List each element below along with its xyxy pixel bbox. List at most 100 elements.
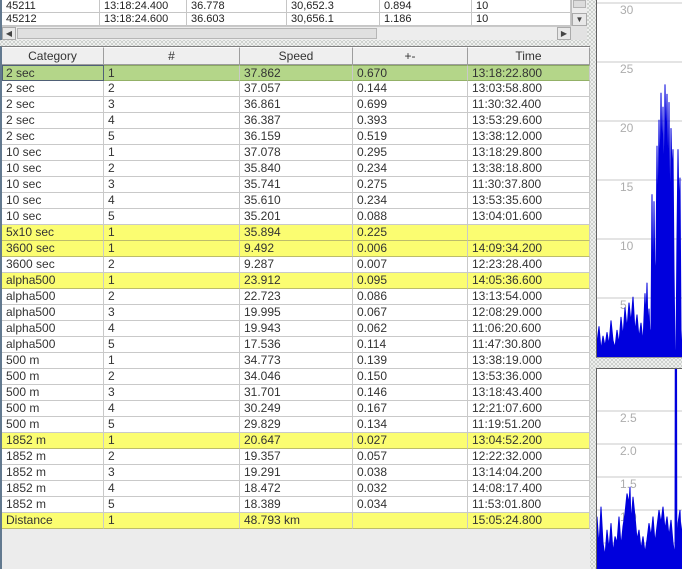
cell-time: 14:09:34.200 xyxy=(468,241,590,257)
result-row[interactable]: 10 sec335.7410.27511:30:37.800 xyxy=(2,177,590,193)
vertical-scrollbar-thumb[interactable] xyxy=(573,0,586,8)
cell-pm: 0.393 xyxy=(353,113,468,129)
cell-speed: 36.387 xyxy=(240,113,353,129)
result-row[interactable]: 10 sec535.2010.08813:04:01.600 xyxy=(2,209,590,225)
cell-num: 1 xyxy=(104,433,240,449)
cell-num: 2 xyxy=(104,257,240,273)
cell-time: 14:05:36.600 xyxy=(468,273,590,289)
cell-speed: 35.610 xyxy=(240,193,353,209)
result-row[interactable]: 2 sec536.1590.51913:38:12.000 xyxy=(2,129,590,145)
result-row[interactable]: 3600 sec29.2870.00712:23:28.400 xyxy=(2,257,590,273)
cell-time: 11:30:32.400 xyxy=(468,97,590,113)
axis-tick-label: 20 xyxy=(620,121,634,135)
cell-pm: 0.295 xyxy=(353,145,468,161)
column-header-time[interactable]: Time xyxy=(468,47,590,65)
result-row[interactable]: 500 m134.7730.13913:38:19.000 xyxy=(2,353,590,369)
cell-time: 15:05:24.800 xyxy=(468,513,590,529)
result-row[interactable]: 10 sec435.6100.23413:53:35.600 xyxy=(2,193,590,209)
result-row[interactable]: 3600 sec19.4920.00614:09:34.200 xyxy=(2,241,590,257)
result-row[interactable]: Distance148.793 km15:05:24.800 xyxy=(2,513,590,529)
cell-category: 10 sec xyxy=(2,161,104,177)
column-header-number[interactable]: # xyxy=(104,47,240,65)
result-row[interactable]: 2 sec137.8620.67013:18:22.800 xyxy=(2,65,590,81)
secondary-chart[interactable]: 2.52.01.51.00.5 xyxy=(596,368,682,569)
cell-num: 4 xyxy=(104,193,240,209)
raw-table-row[interactable]: 4521213:18:24.60036.60330,656.11.18610 xyxy=(2,13,571,26)
cell-category: 10 sec xyxy=(2,145,104,161)
results-table-body: 2 sec137.8620.67013:18:22.8002 sec237.05… xyxy=(2,65,590,529)
result-row[interactable]: alpha500419.9430.06211:06:20.600 xyxy=(2,321,590,337)
data-series xyxy=(597,84,682,357)
cell-pm: 0.699 xyxy=(353,97,468,113)
speed-chart-plot: 30252015105 xyxy=(597,0,682,357)
cell-pm: 0.146 xyxy=(353,385,468,401)
result-row[interactable]: 1852 m418.4720.03214:08:17.400 xyxy=(2,481,590,497)
result-row[interactable]: 1852 m319.2910.03813:14:04.200 xyxy=(2,465,590,481)
cell-speed: 17.536 xyxy=(240,337,353,353)
scroll-down-button[interactable]: ▼ xyxy=(572,13,587,26)
cell-time: 11:19:51.200 xyxy=(468,417,590,433)
cell-pm: 0.670 xyxy=(353,65,468,81)
result-row[interactable]: 500 m331.7010.14613:18:43.400 xyxy=(2,385,590,401)
cell-time: 11:47:30.800 xyxy=(468,337,590,353)
cell-num: 1 xyxy=(104,145,240,161)
gps-analysis-window: { "colors": { "selected_row": "#b4d689",… xyxy=(0,0,682,569)
cell-time: 13:18:24.600 xyxy=(100,13,187,26)
result-row[interactable]: 10 sec137.0780.29513:18:29.800 xyxy=(2,145,590,161)
result-row[interactable]: 500 m234.0460.15013:53:36.000 xyxy=(2,369,590,385)
column-header-speed[interactable]: Speed xyxy=(240,47,353,65)
cell-category: alpha500 xyxy=(2,321,104,337)
results-table: Category # Speed +- Time 2 sec137.8620.6… xyxy=(0,46,590,569)
scroll-right-button[interactable]: ▶ xyxy=(557,27,571,40)
scrollbar-corner xyxy=(571,26,587,40)
cell-time: 13:13:54.000 xyxy=(468,289,590,305)
raw-table-horizontal-scrollbar[interactable]: ◀ ▶ xyxy=(2,26,571,40)
result-row[interactable]: 2 sec336.8610.69911:30:32.400 xyxy=(2,97,590,113)
cell-speed: 18.472 xyxy=(240,481,353,497)
data-series xyxy=(597,369,682,569)
cell-speed: 34.773 xyxy=(240,353,353,369)
result-row[interactable]: 2 sec237.0570.14413:03:58.800 xyxy=(2,81,590,97)
result-row[interactable]: 1852 m518.3890.03411:53:01.800 xyxy=(2,497,590,513)
result-row[interactable]: 5x10 sec135.8940.225 xyxy=(2,225,590,241)
result-row[interactable]: alpha500123.9120.09514:05:36.600 xyxy=(2,273,590,289)
cell-category: alpha500 xyxy=(2,289,104,305)
cell-speed: 19.943 xyxy=(240,321,353,337)
cell-pm: 0.006 xyxy=(353,241,468,257)
result-row[interactable]: 2 sec436.3870.39313:53:29.600 xyxy=(2,113,590,129)
cell-num: 3 xyxy=(104,305,240,321)
result-row[interactable]: alpha500517.5360.11411:47:30.800 xyxy=(2,337,590,353)
speed-chart[interactable]: 30252015105 xyxy=(596,0,682,358)
result-row[interactable]: 10 sec235.8400.23413:38:18.800 xyxy=(2,161,590,177)
right-arrow-icon: ▶ xyxy=(561,29,567,38)
cell-speed: 19.995 xyxy=(240,305,353,321)
raw-table-row[interactable]: 4521113:18:24.40036.77830,652.30.89410 xyxy=(2,0,571,13)
cell-distance: 30,656.1 xyxy=(287,13,380,26)
cell-speed: 31.701 xyxy=(240,385,353,401)
result-row[interactable]: 1852 m219.3570.05712:22:32.000 xyxy=(2,449,590,465)
cell-num: 3 xyxy=(104,177,240,193)
cell-pm: 0.234 xyxy=(353,193,468,209)
cell-time: 13:38:18.800 xyxy=(468,161,590,177)
result-row[interactable]: alpha500319.9950.06712:08:29.000 xyxy=(2,305,590,321)
result-row[interactable]: 500 m430.2490.16712:21:07.600 xyxy=(2,401,590,417)
scroll-left-button[interactable]: ◀ xyxy=(2,27,16,40)
column-header-category[interactable]: Category xyxy=(2,47,104,65)
cell-num: 3 xyxy=(104,465,240,481)
cell-category: 2 sec xyxy=(2,81,104,97)
cell-pm: 0.234 xyxy=(353,161,468,177)
cell-category: 2 sec xyxy=(2,113,104,129)
result-row[interactable]: 1852 m120.6470.02713:04:52.200 xyxy=(2,433,590,449)
axis-tick-label: 5 xyxy=(620,298,627,312)
horizontal-scrollbar-thumb[interactable] xyxy=(17,28,377,39)
cell-error: 0.894 xyxy=(380,0,472,13)
result-row[interactable]: 500 m529.8290.13411:19:51.200 xyxy=(2,417,590,433)
raw-table-vertical-scrollbar[interactable]: ▼ xyxy=(571,0,587,26)
cell-category: 3600 sec xyxy=(2,257,104,273)
cell-num: 2 xyxy=(104,81,240,97)
cell-category: 2 sec xyxy=(2,65,104,81)
cell-speed: 35.201 xyxy=(240,209,353,225)
cell-speed: 29.829 xyxy=(240,417,353,433)
column-header-plusminus[interactable]: +- xyxy=(353,47,468,65)
result-row[interactable]: alpha500222.7230.08613:13:54.000 xyxy=(2,289,590,305)
